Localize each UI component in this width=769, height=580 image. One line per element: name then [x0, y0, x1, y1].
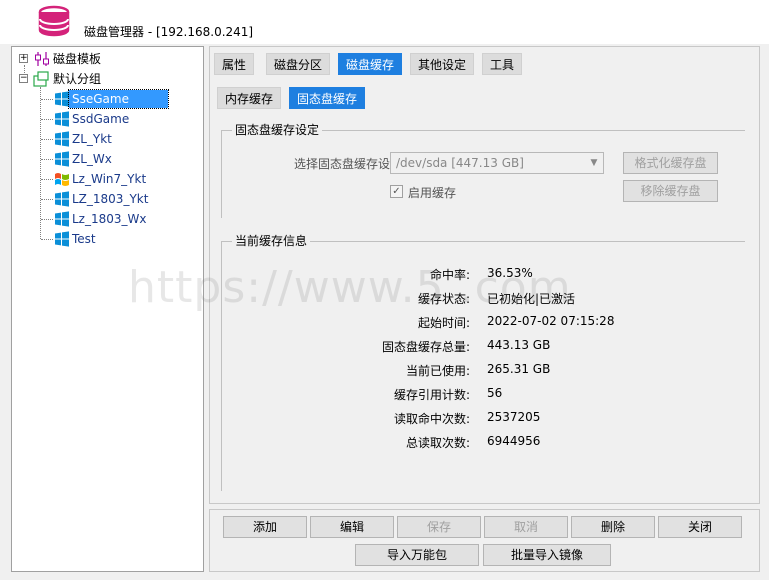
group-tree[interactable]: + 磁盘模板 − 默认分组 SseGame SsdGame ZL_Ykt ZL_… [11, 46, 204, 572]
cache-info-row: 起始时间: [222, 314, 470, 332]
windows7-icon [55, 173, 69, 186]
tree-connector [40, 87, 41, 239]
group-title: 当前缓存信息 [232, 234, 311, 248]
tree-item-label: ZL_Ykt [72, 132, 112, 146]
tree-item-label: LZ_1803_Ykt [72, 192, 149, 206]
close-button[interactable]: 关闭 [658, 516, 742, 538]
enable-cache-label: 启用缓存 [408, 186, 457, 200]
tree-item-lz-1803-ykt[interactable]: LZ_1803_Ykt [52, 190, 202, 208]
cache-info-row: 缓存状态: [222, 290, 470, 308]
tree-item-ssegame[interactable]: SseGame [52, 89, 202, 109]
tree-node-template[interactable]: + 磁盘模板 [12, 50, 202, 68]
tab-properties[interactable]: 属性 [214, 53, 255, 75]
expand-icon[interactable]: + [19, 54, 28, 63]
start-time-value: 2022-07-02 07:15:28 [487, 314, 615, 328]
enable-cache-checkbox[interactable]: ✓ [390, 185, 403, 198]
cache-info-row: 读取命中次数: [222, 410, 470, 428]
template-icon [35, 52, 49, 66]
ref-count-label: 缓存引用计数: [393, 388, 470, 402]
bottom-button-bar: 添加 编辑 保存 取消 删除 关闭 导入万能包 批量导入镜像 [209, 509, 760, 572]
total-cache-label: 固态盘缓存总量: [381, 340, 470, 354]
cache-info-row: 总读取次数: [222, 434, 470, 452]
tree-item-label: Test [72, 232, 96, 246]
delete-button[interactable]: 删除 [571, 516, 655, 538]
chevron-down-icon: ▼ [590, 158, 598, 168]
tree-item-label: Lz_1803_Wx [72, 212, 147, 226]
read-hits-label: 读取命中次数: [393, 412, 470, 426]
save-button[interactable]: 保存 [397, 516, 481, 538]
tree-item-zl-ykt[interactable]: ZL_Ykt [52, 130, 202, 148]
cache-status-value: 已初始化|已激活 [487, 292, 576, 306]
tree-item-lz-win7-ykt[interactable]: Lz_Win7_Ykt [52, 170, 202, 188]
tab-tools[interactable]: 工具 [482, 53, 523, 75]
batch-import-image-button[interactable]: 批量导入镜像 [483, 544, 611, 566]
cache-info-row: 命中率: [222, 266, 470, 284]
main-panel: 属性 磁盘分区 磁盘缓存 其他设定 工具 内存缓存 固态盘缓存 固态盘缓存设定 … [209, 46, 760, 504]
windows-icon [55, 91, 69, 107]
cache-device-value: /dev/sda [447.13 GB] [396, 156, 524, 170]
windows-icon [55, 111, 69, 127]
hit-rate-value: 36.53% [487, 266, 533, 280]
tab-partitions[interactable]: 磁盘分区 [266, 53, 331, 75]
window-title: 磁盘管理器 - [192.168.0.241] [84, 25, 254, 39]
total-reads-label: 总读取次数: [405, 436, 470, 450]
tree-item-zl-wx[interactable]: ZL_Wx [52, 150, 202, 168]
cache-info-group: 当前缓存信息 命中率: 36.53% 缓存状态: 已初始化|已激活 起始时间: … [221, 234, 745, 491]
tree-node-label: 默认分组 [53, 72, 102, 86]
hit-rate-label: 命中率: [429, 268, 470, 282]
cache-info-row: 固态盘缓存总量: [222, 338, 470, 356]
cache-info-row: 缓存引用计数: [222, 386, 470, 404]
tree-item-label: Lz_Win7_Ykt [72, 172, 147, 186]
remove-cache-button[interactable]: 移除缓存盘 [623, 180, 718, 202]
database-icon [38, 5, 70, 37]
cache-device-select[interactable]: /dev/sda [447.13 GB] ▼ [390, 152, 604, 174]
used-value: 265.31 GB [487, 362, 551, 376]
title-bar: 磁盘管理器 - [192.168.0.241] [0, 0, 769, 44]
subtab-ssd-cache[interactable]: 固态盘缓存 [289, 87, 366, 109]
tree-item-label: SsdGame [72, 112, 130, 126]
ssd-cache-settings-group: 固态盘缓存设定 选择固态盘缓存设备: /dev/sda [447.13 GB] … [221, 123, 745, 218]
tree-item-label: ZL_Wx [72, 152, 112, 166]
add-button[interactable]: 添加 [223, 516, 307, 538]
cancel-button[interactable]: 取消 [484, 516, 568, 538]
windows-icon [55, 211, 69, 227]
group-title: 固态盘缓存设定 [232, 123, 323, 137]
cache-info-row: 当前已使用: [222, 362, 470, 380]
group-icon [33, 71, 49, 87]
tab-other-settings[interactable]: 其他设定 [410, 53, 475, 75]
windows-icon [55, 191, 69, 207]
total-cache-value: 443.13 GB [487, 338, 551, 352]
tree-node-default-group[interactable]: − 默认分组 [12, 70, 202, 88]
tree-item-lz-1803-wx[interactable]: Lz_1803_Wx [52, 210, 202, 228]
used-label: 当前已使用: [405, 364, 470, 378]
total-reads-value: 6944956 [487, 434, 541, 448]
tree-item-test[interactable]: Test [52, 230, 202, 248]
tab-disk-cache[interactable]: 磁盘缓存 [338, 53, 403, 75]
subtab-memory-cache[interactable]: 内存缓存 [217, 87, 282, 109]
windows-icon [55, 131, 69, 147]
format-cache-button[interactable]: 格式化缓存盘 [623, 152, 718, 174]
import-pack-button[interactable]: 导入万能包 [355, 544, 479, 566]
select-device-label: 选择固态盘缓存设备: [293, 157, 406, 171]
tree-node-label: 磁盘模板 [53, 52, 102, 66]
tree-item-label: SseGame [68, 89, 169, 109]
cache-status-label: 缓存状态: [417, 292, 470, 306]
ref-count-value: 56 [487, 386, 503, 400]
collapse-icon[interactable]: − [19, 74, 28, 83]
start-time-label: 起始时间: [417, 316, 470, 330]
windows-icon [55, 231, 69, 247]
read-hits-value: 2537205 [487, 410, 541, 424]
windows-icon [55, 151, 69, 167]
edit-button[interactable]: 编辑 [310, 516, 394, 538]
tree-item-ssdgame[interactable]: SsdGame [52, 110, 202, 128]
